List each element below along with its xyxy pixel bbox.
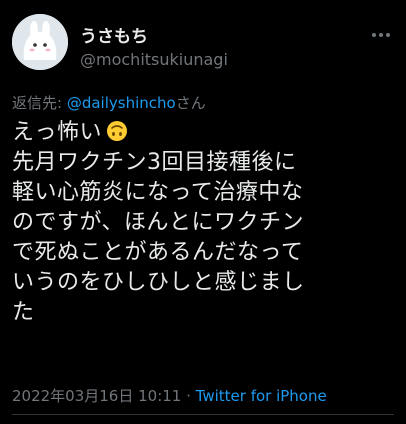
tweet-text-line: いうのをひしひしと感じまし xyxy=(12,270,305,295)
reply-prefix: 返信先: xyxy=(12,94,67,112)
avatar[interactable] xyxy=(12,14,68,70)
upside-down-face-emoji-icon xyxy=(107,121,128,141)
reply-context: 返信先: @dailyshinchoさん xyxy=(12,92,206,113)
tweet-timestamp[interactable]: 2022年03月16日 10:11 xyxy=(12,387,181,405)
tweet-meta: 2022年03月16日 10:11 · Twitter for iPhone xyxy=(12,385,327,406)
tweet-text-line: 軽い心筋炎になって治療中な xyxy=(12,180,304,205)
tweet-client-link[interactable]: Twitter for iPhone xyxy=(196,387,327,405)
tweet-card: うさもち @mochitsukiunagi 返信先: @dailyshincho… xyxy=(0,0,406,424)
meta-separator: · xyxy=(181,387,196,405)
white-rabbit-mochi-avatar-icon xyxy=(12,14,68,70)
tweet-text-line-content: えっ怖い xyxy=(12,120,103,145)
more-dots-icon[interactable] xyxy=(370,24,392,46)
reply-suffix: さん xyxy=(175,94,206,112)
tweet-text-line: えっ怖い xyxy=(12,118,400,148)
tweet-text-line: 先月ワクチン3回目接種後に xyxy=(12,150,297,175)
divider xyxy=(12,414,394,415)
author-handle[interactable]: @mochitsukiunagi xyxy=(80,50,228,69)
tweet-text-line: た xyxy=(12,300,35,325)
tweet-text-line: のですが、ほんとにワクチン xyxy=(12,210,305,235)
tweet-text: えっ怖い 先月ワクチン3回目接種後に 軽い心筋炎になって治療中な のですが、ほん… xyxy=(12,118,400,328)
reply-mention-link[interactable]: @dailyshincho xyxy=(67,94,176,112)
author-display-name[interactable]: うさもち xyxy=(80,22,148,47)
tweet-text-line: で死ぬことがあるんだなって xyxy=(12,240,304,265)
